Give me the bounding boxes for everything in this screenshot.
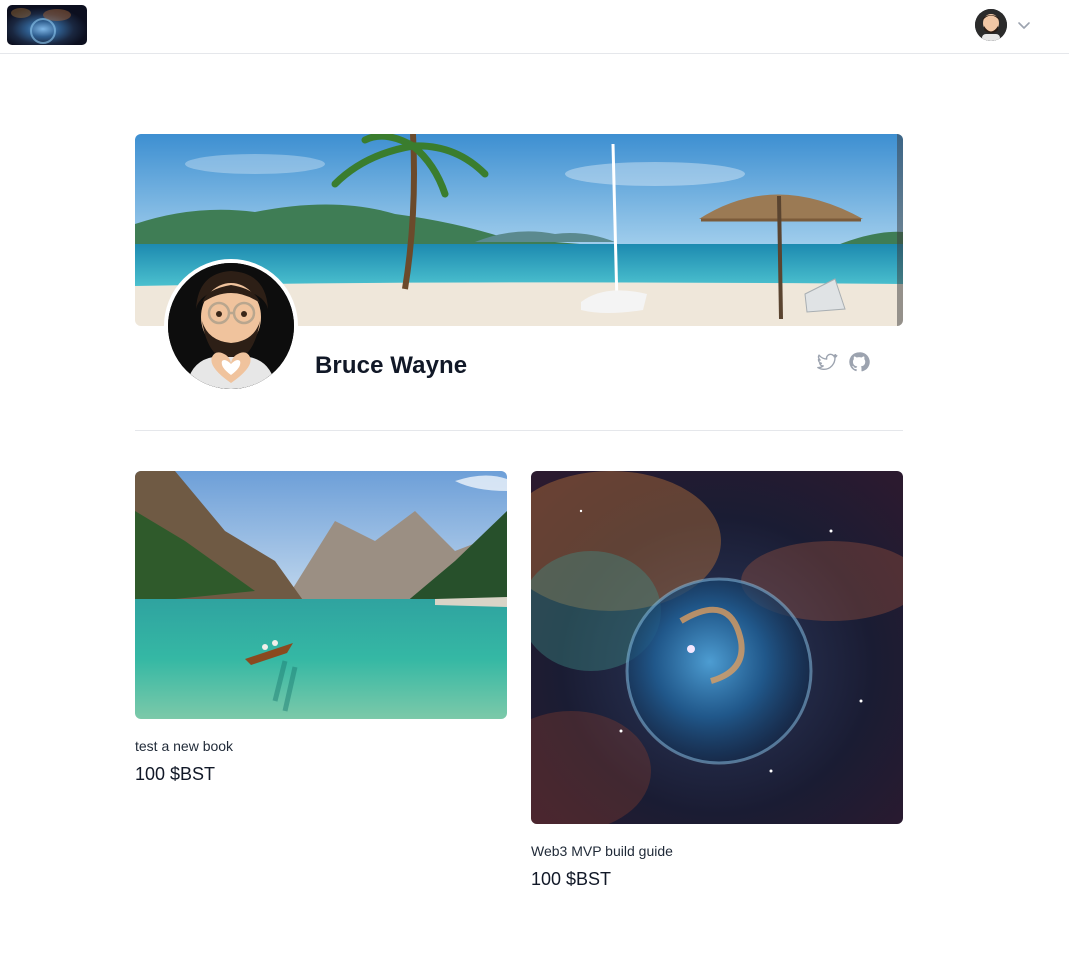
user-avatar[interactable] (975, 9, 1007, 41)
item-card-image[interactable] (135, 471, 507, 719)
twitter-icon (817, 353, 838, 371)
item-card-price: 100 $BST (531, 869, 612, 889)
item-card-title: Web3 MVP build guide (531, 843, 673, 859)
item-card-title: test a new book (135, 738, 234, 754)
chevron-down-icon[interactable] (1017, 18, 1031, 32)
nebula-logo-image (7, 5, 87, 45)
profile-avatar (164, 259, 298, 393)
item-card[interactable]: Web3 MVP build guide 100 $BST (531, 471, 903, 890)
space-nebula-image (531, 471, 903, 824)
user-menu[interactable] (975, 9, 1031, 41)
section-divider (135, 430, 903, 431)
item-card[interactable]: test a new book 100 $BST (135, 471, 507, 785)
memoji-heart-hands-icon (168, 263, 294, 389)
memoji-avatar-icon (975, 9, 1007, 41)
item-card-price: 100 $BST (135, 764, 216, 784)
twitter-link[interactable] (816, 351, 838, 373)
profile-name: Bruce Wayne (315, 352, 468, 379)
github-icon (849, 352, 870, 372)
logo-nebula-thumbnail[interactable] (7, 5, 87, 45)
mountain-lake-image (135, 471, 507, 719)
item-card-image[interactable] (531, 471, 903, 824)
social-links (816, 351, 870, 373)
top-navbar (0, 0, 1069, 54)
github-link[interactable] (848, 351, 870, 373)
